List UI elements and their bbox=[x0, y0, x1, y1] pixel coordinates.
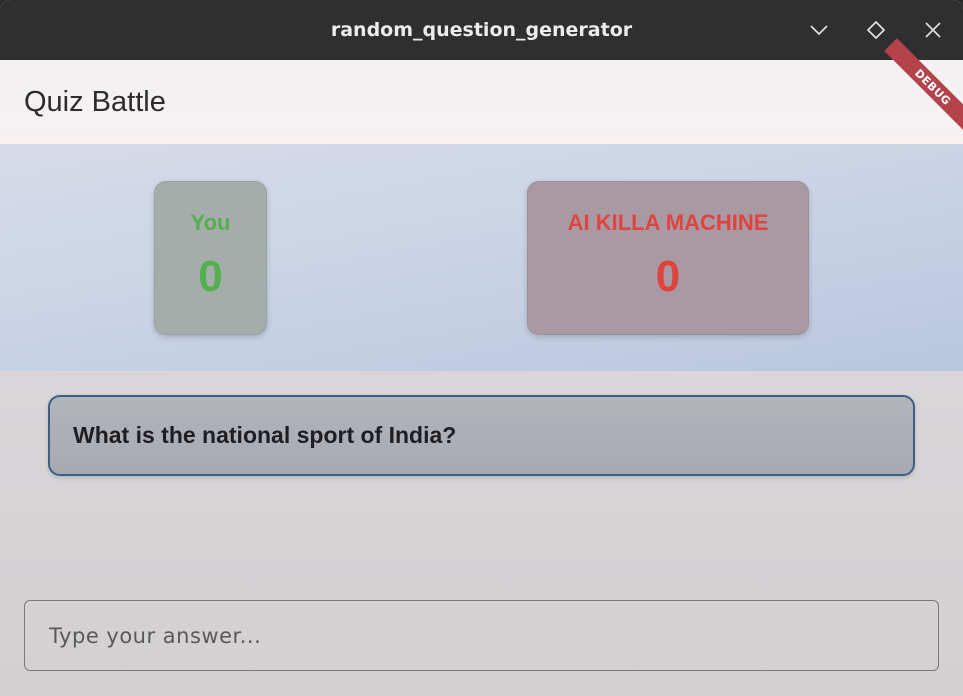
question-card: What is the national sport of India? bbox=[48, 395, 915, 476]
app-window: random_question_generator Quiz Battle DE… bbox=[0, 0, 963, 696]
scoreboard: You 0 AI KILLA MACHINE 0 bbox=[0, 144, 963, 371]
ai-score-card: AI KILLA MACHINE 0 bbox=[527, 181, 809, 335]
page-title: Quiz Battle bbox=[24, 85, 166, 118]
ai-score-value: 0 bbox=[655, 252, 681, 301]
chevron-down-icon bbox=[809, 24, 829, 36]
quiz-content: What is the national sport of India? bbox=[0, 371, 963, 696]
window-titlebar: random_question_generator bbox=[0, 0, 963, 60]
player-score-card: You 0 bbox=[154, 181, 267, 335]
player-score-value: 0 bbox=[198, 252, 223, 301]
answer-input[interactable] bbox=[24, 600, 939, 671]
minimize-button[interactable] bbox=[807, 18, 831, 42]
window-title: random_question_generator bbox=[330, 19, 633, 41]
app-bar: Quiz Battle bbox=[0, 60, 963, 144]
question-text: What is the national sport of India? bbox=[73, 422, 457, 448]
diamond-icon bbox=[867, 21, 885, 39]
close-icon bbox=[925, 22, 941, 38]
close-button[interactable] bbox=[921, 18, 945, 42]
maximize-button[interactable] bbox=[864, 18, 888, 42]
player-score-label: You bbox=[190, 210, 231, 235]
ai-score-label: AI KILLA MACHINE bbox=[567, 210, 769, 235]
